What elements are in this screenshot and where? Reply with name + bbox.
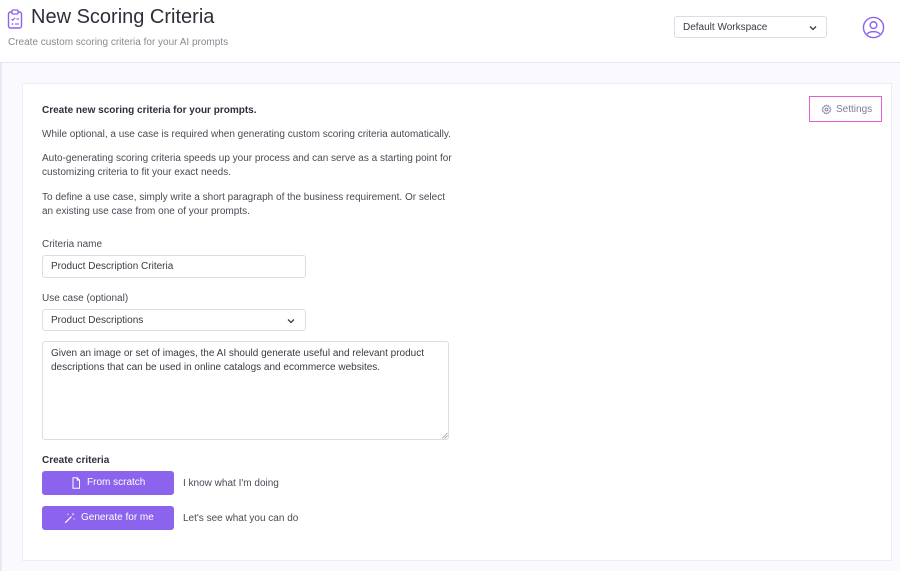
intro-paragraph-2-line-1: Auto-generating scoring criteria speeds … [42,153,452,164]
settings-button[interactable]: Settings [809,96,882,122]
gear-icon [821,104,832,115]
intro-paragraph-2-line-2: customizing criteria to fit your exact n… [42,167,231,178]
intro-paragraph-3-line-2: an existing use case from one of your pr… [42,206,250,217]
intro-paragraph-1: While optional, a use case is required w… [42,129,451,140]
user-circle-icon[interactable] [862,16,885,39]
use-case-select[interactable]: Product Descriptions [42,309,306,331]
chevron-down-icon [287,319,295,324]
workspace-select[interactable]: Default Workspace [674,16,827,38]
intro-paragraph-3-line-1: To define a use case, simply write a sho… [42,192,445,203]
from-scratch-button[interactable]: From scratch [42,471,174,495]
criteria-name-input[interactable] [42,255,306,278]
chevron-down-icon [809,26,817,31]
generate-for-me-button[interactable]: Generate for me [42,506,174,530]
page-title: New Scoring Criteria [31,6,215,28]
page-subtitle: Create custom scoring criteria for your … [8,37,229,48]
workspace-select-value: Default Workspace [683,22,768,33]
document-icon [72,477,80,489]
settings-label: Settings [836,104,873,115]
generate-for-me-hint: Let's see what you can do [183,513,299,524]
use-case-select-value: Product Descriptions [51,315,144,326]
criteria-name-label: Criteria name [42,239,103,250]
use-case-textarea[interactable]: Given an image or set of images, the AI … [42,341,449,440]
from-scratch-label: From scratch [87,477,146,488]
create-criteria-label: Create criteria [42,455,110,466]
use-case-label: Use case (optional) [42,293,129,304]
from-scratch-hint: I know what I'm doing [183,478,279,489]
page-header: New Scoring Criteria Create custom scori… [0,0,900,63]
resize-grip-icon[interactable] [441,432,448,439]
generate-for-me-label: Generate for me [81,512,154,523]
intro-heading: Create new scoring criteria for your pro… [42,105,257,116]
clipboard-list-icon [7,9,23,29]
magic-wand-icon [64,512,75,524]
